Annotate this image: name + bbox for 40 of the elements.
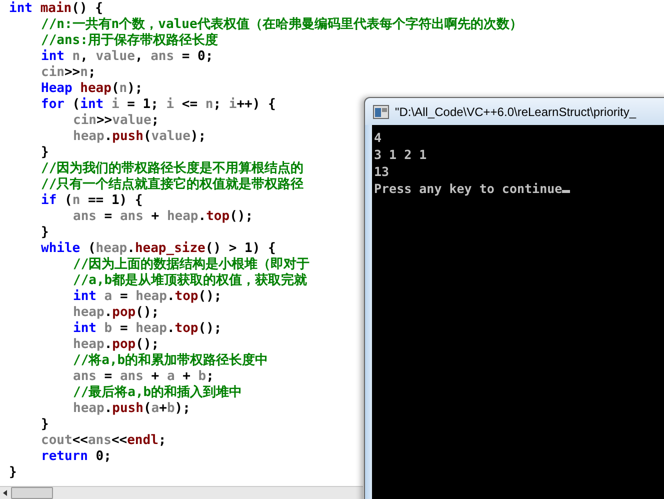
code-line: //最后将a,b的和插入到堆中 xyxy=(73,385,242,401)
code-line: //只有一个结点就直接它的权值就是带权路径 xyxy=(41,177,304,193)
code-line: heap.push(value); xyxy=(73,129,206,145)
window-title: "D:\All_Code\VC++6.0\reLearnStruct\priority_ xyxy=(395,104,636,118)
code-line: } xyxy=(41,145,49,161)
code-line: ans = ans + a + b; xyxy=(73,369,214,384)
text-cursor xyxy=(562,190,570,193)
code-line: heap.pop(); xyxy=(73,305,160,321)
code-line: int a = heap.top(); xyxy=(73,289,222,305)
code-line: //a,b都是从堆顶获取的权值，获取完就 xyxy=(73,273,308,289)
code-line: Heap heap(n); xyxy=(41,81,143,97)
code-line: //因为上面的数据结构是小根堆（即对于 xyxy=(73,257,310,272)
code-line: int n, value, ans = 0; xyxy=(41,49,214,65)
console-output-line: 4 xyxy=(374,129,382,146)
console-output-line: 3 1 2 1 xyxy=(374,146,427,163)
code-line: cin>>value; xyxy=(73,113,160,129)
code-line: cout<<ans<<endl; xyxy=(41,433,166,449)
code-line: ans = ans + heap.top(); xyxy=(73,209,254,225)
code-line: return 0; xyxy=(41,449,112,465)
code-line: } xyxy=(9,465,17,481)
code-line: } xyxy=(41,417,49,433)
console-output-line: 13 xyxy=(374,163,390,180)
code-line: if (n == 1) { xyxy=(41,193,143,209)
code-line: cin>>n; xyxy=(41,65,96,81)
code-line: //ans:用于保存带权路径长度 xyxy=(41,33,218,49)
scrollbar-thumb[interactable] xyxy=(11,487,53,499)
code-line: for (int i = 1; i <= n; i++) { xyxy=(41,97,276,113)
code-line: heap.pop(); xyxy=(73,337,160,353)
horizontal-scrollbar[interactable] xyxy=(0,486,363,499)
code-line: int main() { xyxy=(9,1,103,17)
code-line: } xyxy=(41,225,49,241)
scroll-left-icon[interactable] xyxy=(1,487,9,499)
code-line: heap.push(a+b); xyxy=(73,401,190,417)
console-output-line: Press any key to continue xyxy=(374,180,570,197)
code-line: int b = heap.top(); xyxy=(73,321,222,337)
code-line: while (heap.heap_size() > 1) { xyxy=(41,241,276,257)
code-line: //n:一共有n个数，value代表权值（在哈弗曼编码里代表每个字符出啊先的次数） xyxy=(41,17,522,32)
code-line: //将a,b的和累加带权路径长度中 xyxy=(73,353,268,369)
code-line: //因为我们的带权路径长度是不用算根结点的 xyxy=(41,161,304,176)
console-app-icon xyxy=(373,104,389,118)
